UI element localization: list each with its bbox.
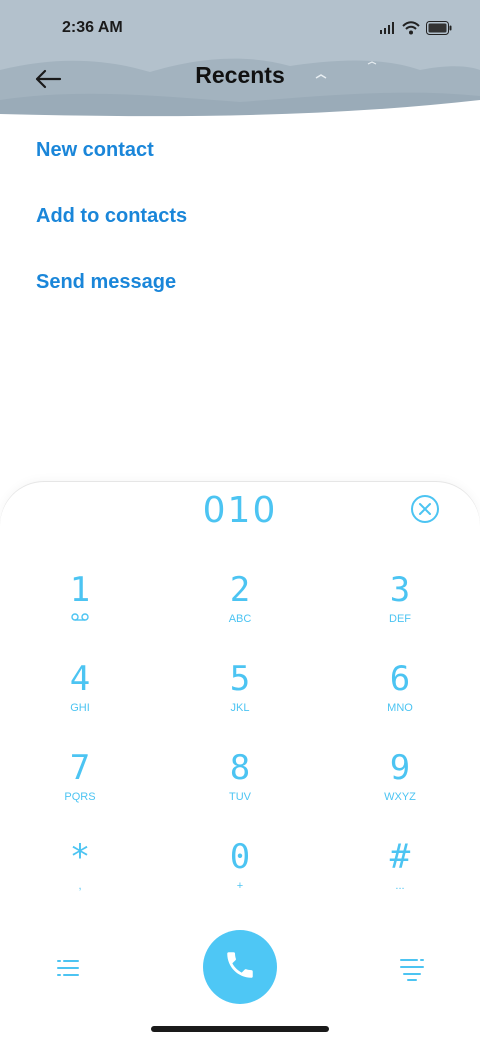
dialpad-menu-button[interactable] xyxy=(54,954,82,982)
clear-circle-x-icon xyxy=(410,495,440,528)
battery-icon xyxy=(426,21,452,35)
key-digit: 0 xyxy=(229,837,251,877)
voicemail-icon xyxy=(71,612,89,628)
key-digit: 8 xyxy=(229,748,251,788)
key-3[interactable]: 3 DEF xyxy=(320,572,480,661)
new-contact-link[interactable]: New contact xyxy=(36,132,187,198)
call-button[interactable] xyxy=(203,930,277,1004)
key-letters: ABC xyxy=(228,613,252,625)
send-message-link[interactable]: Send message xyxy=(36,264,187,330)
keypad: 1 2 ABC 3 DEF 4 GHI 5 JKL 6 MNO 7 PQRS 8… xyxy=(0,572,480,928)
key-digit: 5 xyxy=(229,659,251,699)
key-7[interactable]: 7 PQRS xyxy=(0,750,160,839)
key-letters: PQRS xyxy=(64,791,96,803)
key-hash[interactable]: # ... xyxy=(320,839,480,928)
key-digit: 7 xyxy=(69,748,91,788)
key-5[interactable]: 5 JKL xyxy=(160,661,320,750)
key-digit: 3 xyxy=(389,570,411,610)
phone-icon xyxy=(223,948,257,987)
page-title: Recents xyxy=(195,62,285,88)
clear-button[interactable] xyxy=(410,494,440,524)
action-list: New contact Add to contacts Send message xyxy=(36,132,187,330)
key-1[interactable]: 1 xyxy=(0,572,160,661)
key-letters: ... xyxy=(395,880,405,892)
bottom-bar xyxy=(0,930,480,1006)
key-8[interactable]: 8 TUV xyxy=(160,750,320,839)
header-curve xyxy=(0,100,480,118)
key-star[interactable]: * , xyxy=(0,839,160,928)
key-letters: + xyxy=(236,880,244,892)
status-time: 2:36 AM xyxy=(62,19,123,36)
filter-menu-icon xyxy=(398,959,426,986)
status-icons xyxy=(380,21,452,35)
key-9[interactable]: 9 WXYZ xyxy=(320,750,480,839)
key-digit: 1 xyxy=(69,570,91,610)
key-letters: WXYZ xyxy=(384,791,416,803)
key-letters: TUV xyxy=(229,791,251,803)
home-indicator[interactable] xyxy=(151,1026,329,1032)
signal-icon xyxy=(380,22,396,34)
key-2[interactable]: 2 ABC xyxy=(160,572,320,661)
key-digit: # xyxy=(389,837,411,877)
key-digit: 2 xyxy=(229,570,251,610)
key-digit: 9 xyxy=(389,748,411,788)
key-digit: * xyxy=(69,837,91,877)
add-to-contacts-link[interactable]: Add to contacts xyxy=(36,198,187,264)
key-0[interactable]: 0 + xyxy=(160,839,320,928)
list-menu-icon xyxy=(54,960,82,986)
key-letters: JKL xyxy=(230,702,250,714)
dialed-number: 010 xyxy=(202,490,278,531)
key-6[interactable]: 6 MNO xyxy=(320,661,480,750)
status-bar: 2:36 AM xyxy=(0,0,480,56)
key-letters: , xyxy=(78,880,82,892)
key-digit: 6 xyxy=(389,659,411,699)
key-letters: GHI xyxy=(70,702,90,714)
wifi-icon xyxy=(402,21,420,35)
key-4[interactable]: 4 GHI xyxy=(0,661,160,750)
key-digit: 4 xyxy=(69,659,91,699)
key-letters: MNO xyxy=(387,702,413,714)
key-letters: DEF xyxy=(389,613,411,625)
filter-menu-button[interactable] xyxy=(398,954,426,982)
